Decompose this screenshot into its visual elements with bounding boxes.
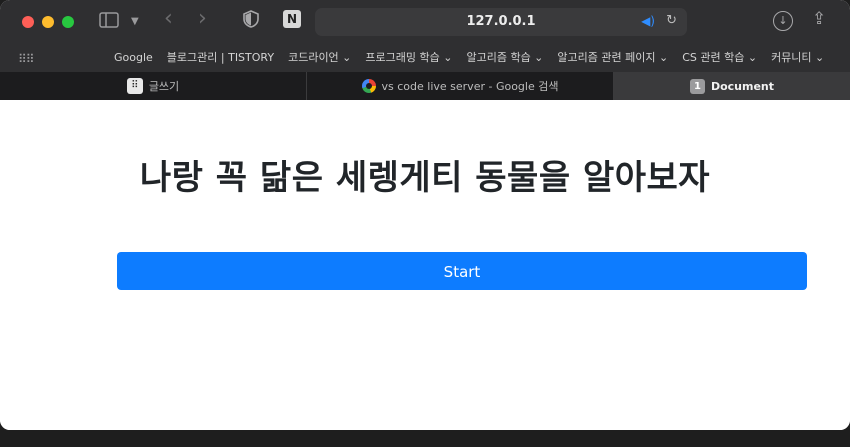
tab-label: 글쓰기 <box>148 80 180 93</box>
tab-label: vs code live server - Google 검색 <box>381 80 559 93</box>
reload-icon[interactable]: ↻ <box>666 13 677 28</box>
close-window-button[interactable] <box>22 16 34 28</box>
speaker-icon[interactable]: ◀) <box>641 14 655 28</box>
forward-icon[interactable]: › <box>198 8 207 30</box>
browser-toolbar: ▼ ‹ › N 127.0.0.1 ◀) ↻ ↓ ⇪ <box>0 0 850 44</box>
google-icon <box>361 79 376 93</box>
bookmark-tistory[interactable]: 블로그관리 | TISTORY <box>167 50 274 65</box>
tab-google-search[interactable]: vs code live server - Google 검색 <box>307 72 614 100</box>
url-text: 127.0.0.1 <box>466 14 536 29</box>
page-content: 나랑 꼭 닮은 세렝게티 동물을 알아보자 Start <box>0 100 850 430</box>
tab-document[interactable]: 1 Document <box>614 72 850 100</box>
grid-icon[interactable]: ⠿⠿ <box>18 52 35 66</box>
address-bar[interactable]: 127.0.0.1 ◀) ↻ <box>315 8 687 36</box>
bookmark-folder-algorithm[interactable]: 알고리즘 학습 ⌄ <box>466 50 543 65</box>
bookmark-folder-codelion[interactable]: 코드라이언 ⌄ <box>288 50 351 65</box>
bookmark-folder-cs[interactable]: CS 관련 학습 ⌄ <box>682 50 757 65</box>
sidebar-icon[interactable] <box>98 12 120 30</box>
minimize-window-button[interactable] <box>42 16 54 28</box>
number-badge-icon: 1 <box>689 78 705 94</box>
tistory-dots-icon: ⠿ <box>126 78 143 94</box>
bookmarks-bar: ⠿⠿ Google 블로그관리 | TISTORY 코드라이언 ⌄ 프로그래밍 … <box>0 44 850 72</box>
page-title: 나랑 꼭 닮은 세렝게티 동물을 알아보자 <box>139 158 711 198</box>
share-icon[interactable]: ⇪ <box>812 9 826 29</box>
start-button[interactable]: Start <box>117 252 807 290</box>
tab-write[interactable]: ⠿ 글쓰기 <box>0 72 307 100</box>
tab-label: Document <box>710 79 775 93</box>
tab-strip: ⠿ 글쓰기 vs code live server - Google 검색 1 … <box>0 72 850 100</box>
maximize-window-button[interactable] <box>62 16 74 28</box>
download-icon[interactable]: ↓ <box>773 11 793 31</box>
notion-extension-icon[interactable]: N <box>283 10 301 28</box>
bookmark-google[interactable]: Google <box>114 50 153 65</box>
bookmark-folder-programming[interactable]: 프로그래밍 학습 ⌄ <box>365 50 452 65</box>
chevron-down-icon[interactable]: ▼ <box>131 12 139 32</box>
shield-icon[interactable] <box>243 10 259 33</box>
back-icon[interactable]: ‹ <box>164 8 173 30</box>
browser-window: ▼ ‹ › N 127.0.0.1 ◀) ↻ ↓ ⇪ ⠿⠿ Google 블로그… <box>0 0 850 430</box>
bookmark-folder-algorithm-pages[interactable]: 알고리즘 관련 페이지 ⌄ <box>557 50 668 65</box>
bookmark-folder-community[interactable]: 커뮤니티 ⌄ <box>771 50 824 65</box>
